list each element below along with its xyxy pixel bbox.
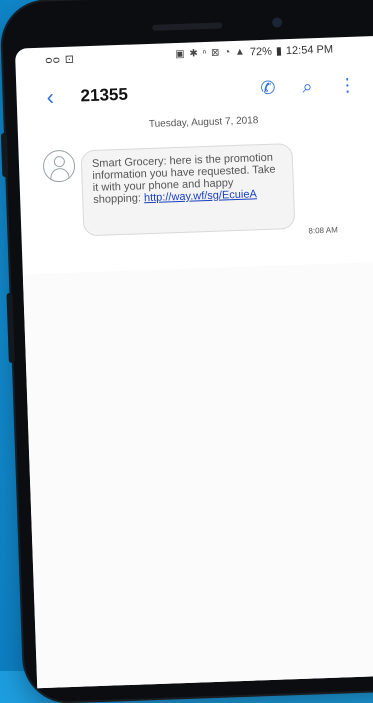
bixby-button — [6, 292, 15, 364]
back-arrow-icon[interactable]: ‹ — [46, 84, 54, 110]
phone-call-icon[interactable]: ✆ — [260, 78, 276, 100]
front-camera — [271, 17, 283, 28]
message-list-area — [22, 261, 373, 689]
message-bubble[interactable]: Smart Grocery: here is the promotion inf… — [80, 142, 296, 237]
more-options-icon[interactable]: ⋮ — [338, 75, 357, 97]
phone-screen: ᴑᴑ ⊡ ▣ ✱ ⁿ ⊠ ◔ ▲ 72% ▮ 12:54 PM ‹ 21355 … — [14, 35, 373, 689]
contact-avatar-icon[interactable] — [42, 149, 76, 183]
message-link[interactable]: http://way.wf/sg/EcuieA — [144, 188, 257, 204]
status-left-icons: ᴑᴑ ⊡ — [45, 53, 76, 67]
battery-percentage: 72% — [249, 45, 273, 58]
message-timestamp: 8:08 AM — [308, 225, 338, 236]
status-time: 12:54 PM — [285, 43, 334, 57]
battery-icon: ▮ — [275, 45, 283, 58]
earpiece-speaker — [152, 22, 223, 31]
status-icons: ▣ ✱ ⁿ ⊠ ◔ ▲ — [175, 46, 247, 61]
search-icon[interactable]: ⌕ — [302, 76, 313, 97]
volume-up-button — [0, 132, 9, 178]
conversation-title: 21355 — [80, 84, 129, 106]
phone-frame: ᴑᴑ ⊡ ▣ ✱ ⁿ ⊠ ◔ ▲ 72% ▮ 12:54 PM ‹ 21355 … — [0, 0, 373, 703]
status-right: ▣ ✱ ⁿ ⊠ ◔ ▲ 72% ▮ 12:54 PM — [175, 43, 333, 62]
